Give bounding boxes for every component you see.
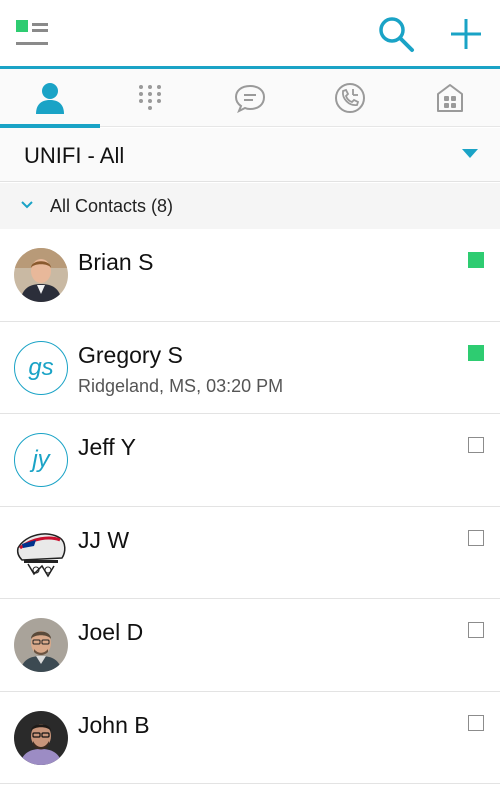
contact-row[interactable]: jy Jeff Y: [0, 414, 500, 507]
avatar: [14, 618, 68, 672]
dialpad-icon: [139, 85, 161, 110]
contact-group-header[interactable]: All Contacts (8): [0, 183, 500, 229]
avatar: [14, 248, 68, 302]
account-filter-label: UNIFI - All: [24, 143, 125, 168]
contact-row[interactable]: gs Gregory S Ridgeland, MS, 03:20 PM: [0, 321, 500, 414]
avatar: gs: [14, 340, 68, 395]
chevron-down-icon: [21, 201, 33, 209]
menu-icon[interactable]: [14, 18, 54, 50]
contact-name: Gregory S: [78, 341, 183, 368]
contact-group-label: All Contacts (8): [50, 196, 174, 216]
contact-name: Brian S: [78, 249, 154, 275]
tab-messages[interactable]: [200, 69, 300, 127]
search-icon[interactable]: [376, 14, 416, 54]
tab-apps[interactable]: [400, 69, 500, 127]
contact-row[interactable]: Brian S: [0, 229, 500, 322]
presence-offline-indicator: [468, 622, 484, 638]
contact-name: JJ W: [78, 526, 130, 553]
contact-row[interactable]: John B: [0, 691, 500, 784]
presence-online-indicator: [468, 252, 484, 268]
call-history-icon: [335, 83, 365, 113]
presence-online-indicator: [468, 344, 484, 361]
person-icon: [36, 83, 64, 114]
dropdown-caret-icon: [462, 149, 478, 158]
chat-icon: [234, 84, 266, 113]
tab-call-history[interactable]: [300, 69, 400, 127]
avatar: jy: [14, 433, 68, 487]
tab-bar: [0, 69, 500, 128]
contact-name: Joel D: [78, 619, 144, 645]
app-bar: [0, 0, 500, 66]
avatar: [14, 710, 68, 765]
account-filter-dropdown[interactable]: UNIFI - All: [0, 128, 500, 182]
tab-dialpad[interactable]: [100, 69, 200, 127]
plus-icon[interactable]: [446, 14, 486, 54]
contact-name: Jeff Y: [78, 434, 136, 460]
presence-offline-indicator: [468, 714, 484, 731]
apps-icon: [437, 84, 463, 112]
contact-name: John B: [78, 711, 150, 738]
tab-contacts[interactable]: [0, 69, 100, 128]
presence-offline-indicator: [468, 437, 484, 453]
contact-location: Ridgeland, MS, 03:20 PM: [78, 375, 284, 396]
avatar: [14, 525, 68, 580]
presence-offline-indicator: [468, 529, 484, 546]
contact-row[interactable]: Joel D: [0, 599, 500, 692]
contact-row[interactable]: JJ W: [0, 506, 500, 599]
contact-list: Brian S gs Gregory S Ridgeland, MS, 03:2…: [0, 229, 500, 784]
